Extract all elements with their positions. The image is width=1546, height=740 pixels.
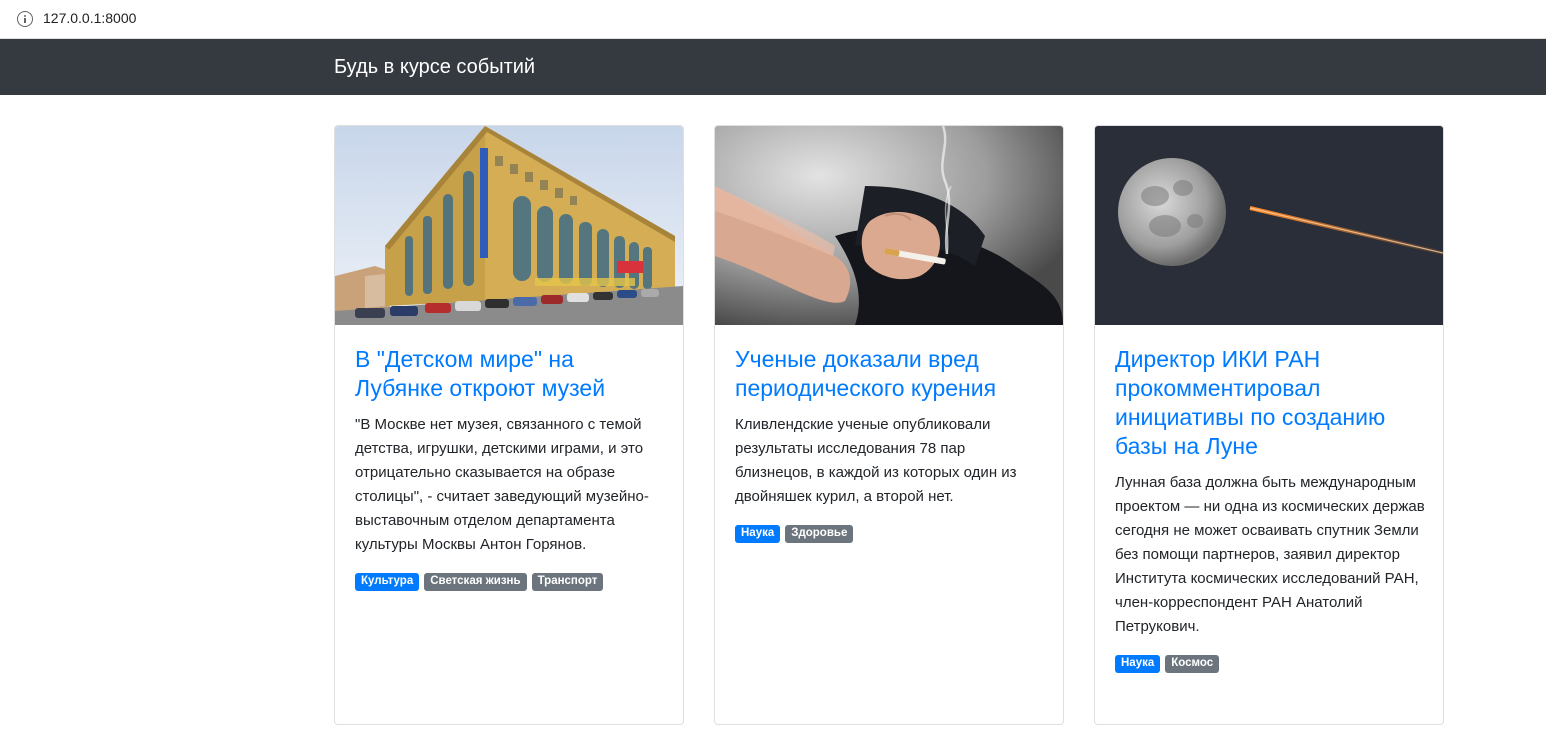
- card-image-moon[interactable]: [1095, 126, 1443, 325]
- card-text: "В Москве нет музея, связанного с темой …: [355, 416, 649, 553]
- card-tags: Культура Светская жизнь Транспорт: [355, 573, 665, 591]
- card-title[interactable]: Директор ИКИ РАН прокомментировал инициа…: [1115, 345, 1425, 461]
- news-card: Директор ИКИ РАН прокомментировал инициа…: [1094, 125, 1444, 725]
- tag-badge[interactable]: Здоровье: [785, 525, 854, 543]
- card-text: Лунная база должна быть международным пр…: [1115, 474, 1425, 635]
- card-tags: Наука Космос: [1115, 655, 1425, 673]
- card-title[interactable]: Ученые доказали вред периодического куре…: [735, 345, 1045, 403]
- card-text: Кливлендские ученые опубликовали результ…: [735, 416, 1017, 505]
- navbar: Будь в курсе событий: [0, 39, 1546, 95]
- card-image-building[interactable]: [335, 126, 683, 325]
- navbar-brand[interactable]: Будь в курсе событий: [334, 56, 535, 79]
- news-card: Ученые доказали вред периодического куре…: [714, 125, 1064, 725]
- tag-badge[interactable]: Культура: [355, 573, 420, 591]
- url-text[interactable]: 127.0.0.1:8000: [43, 10, 136, 26]
- tag-badge[interactable]: Светская жизнь: [424, 573, 527, 591]
- card-image-smoking[interactable]: [715, 126, 1063, 325]
- card-tags: Наука Здоровье: [735, 525, 1045, 543]
- url-field[interactable]: [6, 2, 1540, 36]
- tag-badge[interactable]: Наука: [1115, 655, 1161, 673]
- tag-badge[interactable]: Транспорт: [531, 573, 604, 591]
- tag-badge[interactable]: Наука: [735, 525, 781, 543]
- browser-address-bar: 127.0.0.1:8000: [0, 0, 1546, 39]
- card-title[interactable]: В "Детском мире" на Лубянке откроют музе…: [355, 345, 665, 403]
- news-card: В "Детском мире" на Лубянке откроют музе…: [334, 125, 684, 725]
- tag-badge[interactable]: Космос: [1165, 655, 1220, 673]
- info-icon[interactable]: [17, 11, 33, 27]
